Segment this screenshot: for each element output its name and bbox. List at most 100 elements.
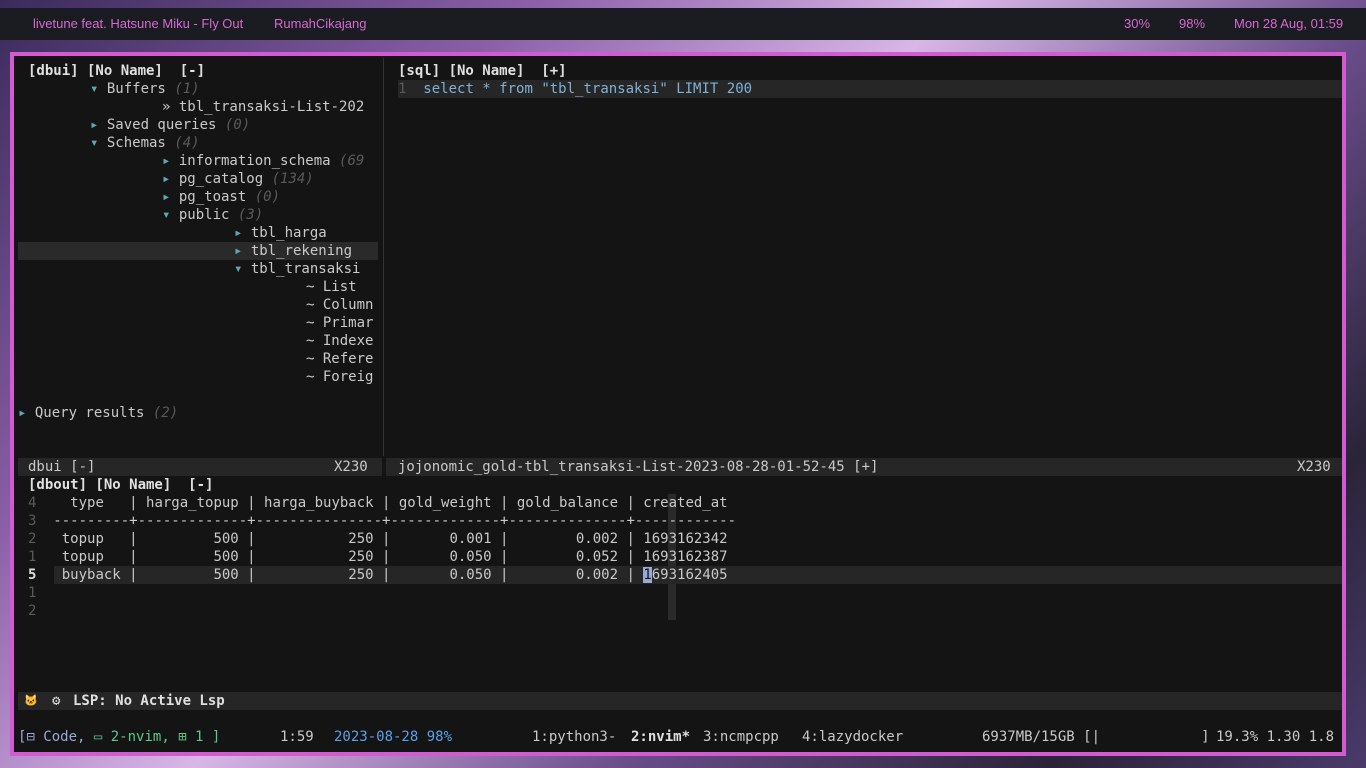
row-cells: buyback | 500 | 250 | 0.050 | 0.002 | [53, 567, 644, 583]
tree-marker-icon: ~ [306, 279, 323, 295]
tree-node-label: Column [322, 297, 374, 313]
line-number: 1 [28, 585, 37, 601]
sql-table-name: "tbl_transaksi" [532, 81, 677, 97]
tmux-window-1[interactable]: 1:python3- [532, 728, 616, 746]
text-cursor: 1 [643, 567, 652, 583]
expanded-arrow-icon: ▾ [90, 81, 107, 97]
top-status-bar: livetune feat. Hatsune Miku - Fly Out Ru… [0, 8, 1366, 40]
volume-level: 98% [1179, 16, 1206, 31]
sql-status-left: jojonomic_gold-tbl_transaksi-List-2023-0… [398, 459, 879, 475]
query-results-node[interactable]: ▸ Query results (2) [18, 404, 178, 422]
row-cells: topup | 500 | 250 | 0.050 | 0.052 | 1693… [53, 549, 728, 565]
tree-node[interactable]: ▾ Buffers (1) [90, 80, 200, 98]
tree-node[interactable]: ▾ public (3) [162, 206, 263, 224]
tree-node-count: (3) [237, 207, 264, 223]
tree-node-label: tbl_harga [250, 225, 327, 241]
tree-node[interactable]: ▸ information_schema (69 [162, 152, 364, 170]
tree-node[interactable]: ▸ pg_toast (0) [162, 188, 280, 206]
tree-node[interactable]: ~ Indexe [306, 332, 373, 350]
tree-marker-icon: ~ [306, 333, 323, 349]
terminal-window[interactable]: [dbui] [No Name] [-] ▾ Buffers (1)» tbl_… [10, 52, 1346, 756]
sql-status-right: X230 [1297, 459, 1331, 475]
table-row[interactable]: 2 topup | 500 | 250 | 0.001 | 0.002 | 16… [28, 530, 728, 548]
table-header-row[interactable]: 4 type | harga_topup | harga_buyback | g… [28, 494, 728, 512]
table-separator-row[interactable]: 3 ---------+-------------+--------------… [28, 512, 736, 530]
row-cells-rest: 693162405 [651, 567, 728, 583]
collapsed-arrow-icon: ▸ [162, 153, 179, 169]
tree-node-label: List [322, 279, 357, 295]
session-icon: ⊟ [26, 729, 35, 745]
dbui-status-left: dbui [-] [28, 459, 96, 475]
sql-keyword-limit: LIMIT [676, 81, 719, 97]
row-cells: topup | 500 | 250 | 0.001 | 0.002 | 1693… [53, 531, 728, 547]
row-cells: ---------+-------------+---------------+… [53, 513, 737, 529]
tree-node[interactable]: ▸ pg_catalog (134) [162, 170, 314, 188]
query-results-label: Query results [34, 405, 145, 421]
tree-node-label: tbl_transaksi [250, 261, 361, 277]
tree-node-label: Saved queries [106, 117, 217, 133]
sql-header: [sql] [No Name] [+] [398, 63, 567, 79]
tree-node[interactable]: ~ List [306, 278, 357, 296]
tree-node[interactable]: ~ Refere [306, 350, 373, 368]
tree-node-label: Schemas [106, 135, 166, 151]
sql-keyword-select: select [423, 81, 474, 97]
tree-node-count: (1) [174, 81, 200, 97]
battery-level: 30% [1124, 16, 1151, 31]
tree-marker-icon: ~ [306, 315, 323, 331]
memory-usage: 6937MB/15GB [| ] [982, 729, 1210, 745]
tree-node-label: pg_catalog [178, 171, 264, 187]
lsp-status: LSP: No Active Lsp [73, 693, 225, 709]
clock: Mon 28 Aug, 01:59 [1234, 16, 1344, 31]
pane-icon: ⊞ [178, 729, 187, 745]
query-results-count: (2) [152, 405, 179, 421]
row-cells: type | harga_topup | harga_buyback | gol… [53, 495, 728, 511]
tree-node-count: (0) [224, 117, 251, 133]
tree-node[interactable]: ~ Column [306, 296, 373, 314]
expanded-arrow-icon: ▾ [162, 207, 179, 223]
location-label: RumahCikajang [274, 16, 367, 31]
collapsed-arrow-icon: ▸ [234, 225, 251, 241]
tree-node-label: Foreig [322, 369, 374, 385]
tree-node[interactable]: ▾ Schemas (4) [90, 134, 200, 152]
tmux-window-3[interactable]: 3:ncmpcpp [703, 728, 779, 746]
line-number-current: 5 [28, 567, 37, 583]
gear-icon: ⚙ [52, 693, 61, 709]
tree-node[interactable]: ▸ Saved queries (0) [90, 116, 250, 134]
tmux-window-2-active[interactable]: 2:nvim* [631, 728, 690, 746]
tree-node-count: (0) [254, 189, 281, 205]
expanded-arrow-icon: ▾ [234, 261, 251, 277]
tmux-date-battery: 2023-08-28 98% [334, 729, 453, 745]
line-number: 4 [28, 495, 37, 511]
dbout-header: [dbout] [No Name] [-] [28, 477, 214, 493]
tree-marker-icon: ~ [306, 351, 323, 367]
tree-node-label: pg_toast [178, 189, 247, 205]
tmux-window-4[interactable]: 4:lazydocker [802, 728, 903, 746]
sql-keyword-from: from [499, 81, 533, 97]
tree-node[interactable]: » tbl_transaksi-List-202 [162, 98, 364, 116]
tree-node[interactable]: ▸ tbl_rekening [234, 242, 352, 260]
tree-node[interactable]: ▸ tbl_harga [234, 224, 327, 242]
tree-node-count: (134) [271, 171, 314, 187]
collapsed-arrow-icon: ▸ [162, 189, 179, 205]
table-row-current[interactable]: 5 buyback | 500 | 250 | 0.050 | 0.002 | … [28, 566, 728, 584]
line-number: 3 [28, 513, 37, 529]
tmux-session-info: [⊟ Code, ▭ 2-nvim, ⊞ 1 ] [18, 728, 220, 746]
collapsed-arrow-icon: ▸ [18, 405, 35, 421]
dbui-status-right: X230 [334, 459, 368, 475]
line-number: 1 [28, 549, 37, 565]
cpu-load: 19.3% 1.30 1.8 [1216, 729, 1335, 745]
collapsed-arrow-icon: ▸ [234, 243, 251, 259]
tmux-time: 1:59 [280, 729, 314, 745]
line-number: 2 [28, 531, 37, 547]
line-number: 1 [398, 81, 407, 97]
session-name: Code, [34, 729, 94, 745]
tree-node[interactable]: ▾ tbl_transaksi [234, 260, 360, 278]
table-row[interactable]: 1 topup | 500 | 250 | 0.050 | 0.052 | 16… [28, 548, 728, 566]
tree-node[interactable]: ~ Primar [306, 314, 373, 332]
cat-icon: 🐱 [24, 694, 38, 707]
now-playing: livetune feat. Hatsune Miku - Fly Out [33, 16, 244, 31]
tree-node[interactable]: ~ Foreig [306, 368, 373, 386]
tree-node-label: tbl_transaksi-List-202 [178, 99, 365, 115]
tree-node-label: Indexe [322, 333, 374, 349]
sql-editor-line[interactable]: 1 select * from "tbl_transaksi" LIMIT 20… [398, 80, 752, 98]
